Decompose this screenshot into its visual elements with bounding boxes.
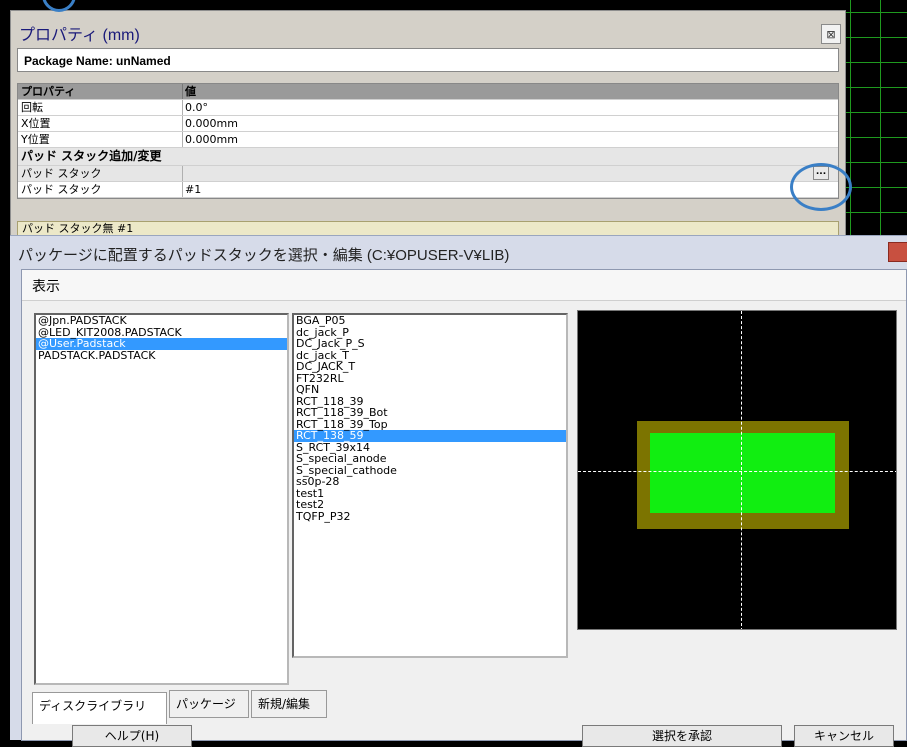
- close-icon[interactable]: ⊠: [821, 24, 841, 44]
- property-panel: プロパティ (mm) ⊠ Package Name: unNamed プロパティ…: [10, 10, 846, 238]
- list-item-selected[interactable]: @User.Padstack: [36, 338, 287, 350]
- cancel-button[interactable]: キャンセル: [794, 725, 894, 747]
- list-item[interactable]: QFN: [294, 384, 566, 396]
- list-item[interactable]: DC_JACK_T: [294, 361, 566, 373]
- dialog-body: 表示 @Jpn.PADSTACK @LED_KIT2008.PADSTACK @…: [21, 269, 907, 747]
- row-value[interactable]: #1: [182, 182, 201, 197]
- select-padstack-dialog: パッケージに配置するパッドスタックを選択・編集 (C:¥OPUSER-V¥LIB…: [10, 235, 907, 747]
- row-value[interactable]: [182, 166, 185, 181]
- list-item[interactable]: BGA_P05: [294, 315, 566, 327]
- list-item-selected[interactable]: RCT_138_59: [294, 430, 566, 442]
- row-x-position[interactable]: X位置 0.000mm: [18, 116, 838, 132]
- row-value[interactable]: 0.0°: [182, 100, 208, 115]
- library-list[interactable]: @Jpn.PADSTACK @LED_KIT2008.PADSTACK @Use…: [34, 313, 289, 685]
- property-panel-title: プロパティ (mm): [19, 27, 140, 44]
- row-key: パッド スタック: [21, 167, 102, 180]
- left-edge: [0, 0, 10, 740]
- pcb-grid-background: [840, 0, 907, 235]
- row-key: Y位置: [21, 133, 50, 146]
- property-table: プロパティ 値 回転 0.0° X位置 0.000mm Y位置 0.000mm …: [17, 83, 839, 199]
- list-item[interactable]: test2: [294, 499, 566, 511]
- row-value[interactable]: 0.000mm: [182, 132, 238, 147]
- list-item[interactable]: ss0p-28: [294, 476, 566, 488]
- row-pad-stack-add[interactable]: パッド スタック ...: [18, 166, 838, 182]
- dialog-close-icon[interactable]: [888, 242, 907, 262]
- section-pad-stack: パッド スタック追加/変更: [18, 148, 838, 166]
- row-rotation[interactable]: 回転 0.0°: [18, 100, 838, 116]
- row-value[interactable]: 0.000mm: [182, 116, 238, 131]
- row-key: パッド スタック: [21, 183, 102, 196]
- list-item[interactable]: FT232RL: [294, 372, 566, 385]
- header-value: 値: [182, 84, 196, 99]
- row-key: X位置: [21, 117, 51, 130]
- tab-disk-library[interactable]: ディスクライブラリ: [32, 692, 167, 724]
- list-item[interactable]: @Jpn.PADSTACK: [36, 315, 287, 327]
- highlight-circle: [790, 163, 852, 211]
- table-header-row: プロパティ 値: [18, 84, 838, 100]
- padstack-preview: [577, 310, 897, 630]
- section-label: パッド スタック追加/変更: [21, 149, 162, 163]
- list-item[interactable]: test1: [294, 487, 566, 500]
- tab-new-edit[interactable]: 新規/編集: [251, 690, 327, 718]
- list-item[interactable]: DC_Jack_P_S: [294, 338, 566, 350]
- padstack-list[interactable]: BGA_P05 dc_jack_P DC_Jack_P_S dc_jack_T …: [292, 313, 568, 658]
- menu-display[interactable]: 表示: [32, 276, 60, 296]
- list-item[interactable]: S_special_anode: [294, 453, 566, 465]
- list-item[interactable]: PADSTACK.PADSTACK: [36, 349, 287, 362]
- help-button[interactable]: ヘルプ(H): [72, 725, 192, 747]
- crosshair-horizontal: [578, 471, 896, 472]
- confirm-selection-button[interactable]: 選択を承認: [582, 725, 782, 747]
- list-item[interactable]: RCT_118_39_Bot: [294, 407, 566, 419]
- list-item[interactable]: TQFP_P32: [294, 510, 566, 523]
- package-name-label: Package Name: unNamed: [17, 48, 839, 72]
- row-key: 回転: [21, 101, 43, 114]
- row-y-position[interactable]: Y位置 0.000mm: [18, 132, 838, 148]
- menu-bar: 表示: [22, 270, 906, 301]
- pad-copper-shape: [650, 433, 835, 513]
- header-property: プロパティ: [21, 85, 76, 98]
- tab-package[interactable]: パッケージ: [169, 690, 249, 718]
- dialog-title: パッケージに配置するパッドスタックを選択・編集 (C:¥OPUSER-V¥LIB…: [18, 247, 510, 264]
- row-pad-stack[interactable]: パッド スタック #1: [18, 182, 838, 198]
